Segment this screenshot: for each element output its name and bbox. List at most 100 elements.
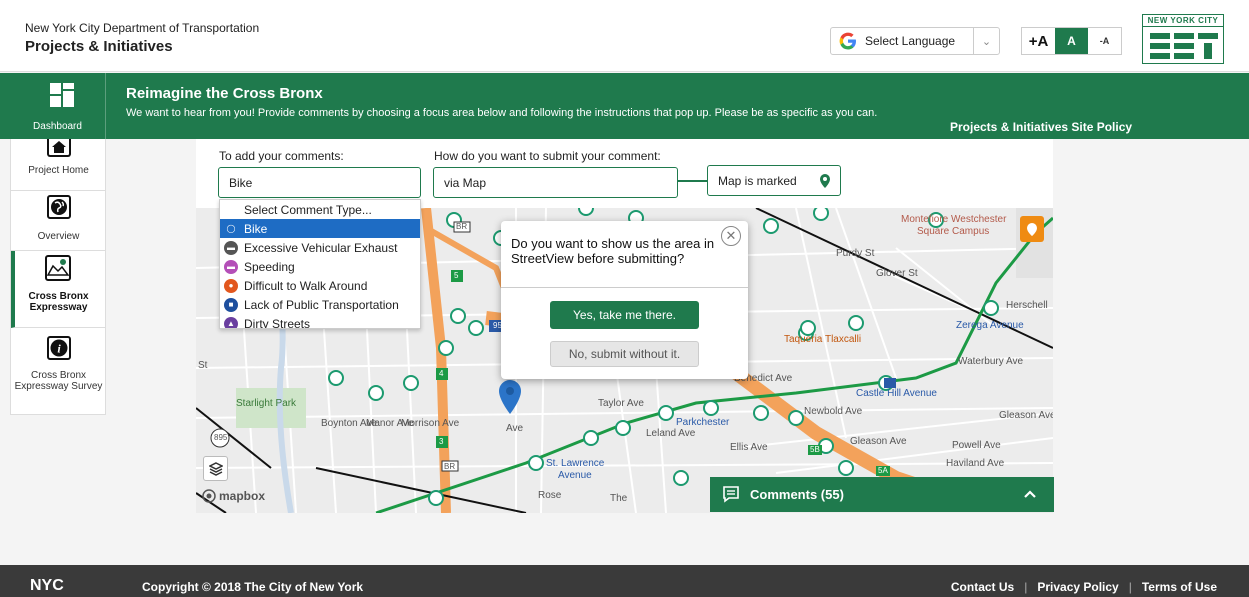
footer-separator: | bbox=[1128, 580, 1132, 594]
comment-type-dropdown[interactable]: Select Comment Type... ◯ Bike ▬ Excessiv… bbox=[219, 199, 421, 329]
info-icon: i bbox=[46, 336, 71, 360]
map-label: 895 bbox=[214, 433, 228, 442]
logo-text: NEW YORK CITY bbox=[1143, 16, 1223, 27]
map-label: 4 bbox=[439, 369, 444, 378]
agency-name: New York City Department of Transportati… bbox=[25, 21, 260, 35]
map-label: Square Campus bbox=[917, 226, 990, 237]
form-connector-line bbox=[678, 180, 707, 182]
map-label: St. Lawrence bbox=[546, 458, 605, 469]
footer-links: Contact Us | Privacy Policy | Terms of U… bbox=[951, 580, 1217, 594]
sidebar-item-label: Cross Bronx Expressway Survey bbox=[14, 370, 103, 392]
privacy-policy-link[interactable]: Privacy Policy bbox=[1037, 580, 1118, 594]
site-title[interactable]: Projects & Initiatives bbox=[25, 38, 173, 55]
map-pin-icon bbox=[45, 255, 71, 281]
dropdown-option-label: Lack of Public Transportation bbox=[244, 297, 399, 312]
footer-separator: | bbox=[1024, 580, 1028, 594]
mapbox-attribution[interactable]: mapbox bbox=[202, 489, 265, 503]
map-layers-button[interactable] bbox=[203, 456, 228, 481]
dropdown-option-walk[interactable]: ● Difficult to Walk Around bbox=[220, 276, 420, 295]
map-label: Glover St bbox=[876, 268, 918, 279]
nyc-logo[interactable]: NYC bbox=[30, 577, 90, 591]
contact-us-link[interactable]: Contact Us bbox=[951, 580, 1014, 594]
car-icon: ▬ bbox=[224, 240, 238, 255]
submit-method-label: How do you want to submit your comment: bbox=[434, 149, 661, 163]
sidebar-item-label: Cross Bronx Expressway bbox=[28, 291, 89, 313]
map-label: Waterbury Ave bbox=[958, 356, 1024, 367]
google-icon bbox=[837, 30, 859, 52]
speeding-car-icon: ▬ bbox=[224, 259, 238, 274]
map-label: Ave bbox=[506, 423, 524, 434]
submit-method-select[interactable]: via Map bbox=[433, 167, 678, 198]
dropdown-option-label: Bike bbox=[244, 221, 268, 236]
close-icon[interactable]: ✕ bbox=[721, 226, 741, 246]
map-label: 5B bbox=[810, 445, 820, 454]
sidebar-item-label: Overview bbox=[37, 231, 80, 242]
mapbox-logo-icon bbox=[202, 489, 216, 503]
sidebar-item-overview[interactable]: Overview bbox=[11, 191, 106, 251]
font-decrease-button[interactable]: -A bbox=[1088, 28, 1121, 54]
map-marker-orange[interactable] bbox=[1020, 216, 1044, 242]
map-label: Gleason Ave bbox=[999, 410, 1053, 421]
footer: NYC Copyright © 2018 The City of New Yor… bbox=[0, 565, 1249, 597]
bike-icon: ◯ bbox=[224, 221, 238, 236]
dropdown-option-speeding[interactable]: ▬ Speeding bbox=[220, 257, 420, 276]
map-label: Ellis Ave bbox=[730, 442, 768, 453]
location-pin-icon bbox=[820, 174, 830, 188]
language-label: Select Language bbox=[865, 34, 956, 48]
bus-icon: ■ bbox=[224, 297, 238, 312]
dialog-question: Do you want to show us the area in Stree… bbox=[511, 236, 715, 266]
sidebar-item-survey[interactable]: i Cross Bronx Expressway Survey bbox=[11, 328, 106, 415]
map-label: Purdy St bbox=[836, 248, 875, 259]
comment-type-label: To add your comments: bbox=[219, 149, 344, 163]
streetview-yes-button[interactable]: Yes, take me there. bbox=[550, 301, 699, 329]
dashboard-label: Dashboard bbox=[33, 121, 82, 132]
map-label: Taylor Ave bbox=[598, 398, 644, 409]
comments-panel-toggle[interactable]: Comments (55) bbox=[710, 477, 1054, 512]
font-size-controls: +A A -A bbox=[1021, 27, 1122, 55]
nyc-dot-logo[interactable]: NEW YORK CITY bbox=[1142, 14, 1224, 64]
dropdown-option-dirty-streets[interactable]: ▲ Dirty Streets bbox=[220, 314, 420, 329]
mapbox-label: mapbox bbox=[219, 489, 266, 503]
map-label: BR bbox=[456, 222, 468, 231]
map-label: Starlight Park bbox=[236, 398, 297, 409]
project-banner: Dashboard Reimagine the Cross Bronx We w… bbox=[0, 73, 1249, 139]
home-icon bbox=[46, 139, 71, 157]
site-policy-link[interactable]: Projects & Initiatives Site Policy bbox=[950, 120, 1132, 134]
map-label: Zerega Avenue bbox=[956, 320, 1024, 331]
dropdown-option-transit[interactable]: ■ Lack of Public Transportation bbox=[220, 295, 420, 314]
dropdown-option-placeholder[interactable]: Select Comment Type... bbox=[220, 200, 420, 219]
terms-of-use-link[interactable]: Terms of Use bbox=[1142, 580, 1217, 594]
copyright-text: Copyright © 2018 The City of New York bbox=[142, 580, 364, 594]
selected-location-marker[interactable] bbox=[498, 380, 522, 414]
sidebar-item-cross-bronx-expressway[interactable]: Cross Bronx Expressway bbox=[11, 251, 106, 328]
map-label: Morrison Ave bbox=[401, 418, 460, 429]
comment-type-select[interactable]: Bike bbox=[218, 167, 421, 198]
nyc-logo-text: NYC bbox=[30, 577, 64, 591]
dropdown-option-label: Difficult to Walk Around bbox=[244, 278, 368, 293]
map-status-field[interactable]: Map is marked bbox=[707, 165, 841, 196]
font-increase-button[interactable]: +A bbox=[1022, 28, 1055, 54]
map-label: 3 bbox=[439, 437, 444, 446]
map-label: Gleason Ave bbox=[850, 436, 907, 447]
dropdown-option-label: Dirty Streets bbox=[244, 316, 311, 329]
dashboard-button[interactable]: Dashboard bbox=[10, 73, 106, 139]
layers-icon bbox=[208, 461, 223, 476]
dot-logo-mark bbox=[1150, 33, 1218, 59]
map-label: Herschell bbox=[1006, 300, 1048, 311]
map-label: Taqueria Tlaxcalli bbox=[784, 334, 862, 345]
comments-count: Comments (55) bbox=[750, 487, 844, 502]
font-normal-button[interactable]: A bbox=[1055, 28, 1088, 54]
map-status-text: Map is marked bbox=[718, 173, 797, 188]
map-label: Montefiore Westchester bbox=[901, 214, 1007, 225]
map-label: 5 bbox=[454, 271, 459, 280]
streetview-no-button[interactable]: No, submit without it. bbox=[550, 341, 699, 367]
dropdown-option-exhaust[interactable]: ▬ Excessive Vehicular Exhaust bbox=[220, 238, 420, 257]
chevron-down-icon[interactable]: ⌄ bbox=[973, 28, 999, 54]
map-label: Newbold Ave bbox=[804, 406, 863, 417]
sidebar: Project Home Overview Cross Bronx Expres… bbox=[10, 139, 106, 415]
dropdown-option-bike[interactable]: ◯ Bike bbox=[220, 219, 420, 238]
map-label: Parkchester bbox=[676, 417, 730, 428]
sidebar-item-project-home[interactable]: Project Home bbox=[11, 139, 106, 191]
map-label: Avenue bbox=[558, 470, 592, 481]
language-select[interactable]: Select Language ⌄ bbox=[830, 27, 1000, 55]
